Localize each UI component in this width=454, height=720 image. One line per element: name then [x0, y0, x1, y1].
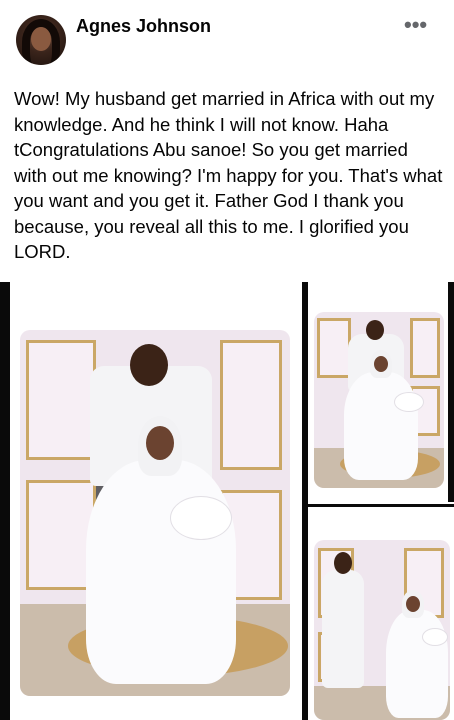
wall-panel	[317, 318, 351, 378]
bride-fan	[422, 628, 448, 646]
bride-dress	[344, 372, 418, 480]
wall-panel	[410, 318, 440, 378]
gallery-divider-mid	[302, 504, 454, 507]
main-photo[interactable]	[20, 330, 290, 696]
post-text: Wow! My husband get married in Africa wi…	[14, 88, 443, 262]
bride-dress	[86, 460, 236, 684]
wall-panel	[26, 340, 96, 460]
author-avatar[interactable]	[16, 15, 66, 65]
groom-head	[130, 344, 168, 386]
photo-gallery	[0, 282, 454, 720]
gallery-divider-center	[302, 282, 308, 720]
bride-head	[374, 356, 388, 372]
author-name[interactable]: Agnes Johnson	[76, 16, 211, 37]
more-options-icon[interactable]: •••	[404, 12, 427, 38]
avatar-face	[31, 27, 51, 51]
wall-panel	[220, 340, 282, 470]
gallery-divider-right	[448, 282, 454, 502]
bride-fan	[394, 392, 424, 412]
thumbnail-photo-2[interactable]	[314, 540, 450, 720]
bride-head	[406, 596, 420, 612]
bride-head	[146, 426, 174, 460]
gallery-divider-left	[0, 282, 10, 720]
bride-dress	[386, 610, 448, 718]
groom	[322, 570, 364, 688]
groom-head	[334, 552, 352, 574]
thumbnail-photo-1[interactable]	[314, 312, 444, 488]
groom-head	[366, 320, 384, 340]
post-header: Agnes Johnson •••	[0, 0, 454, 72]
bride-fan	[170, 496, 232, 540]
